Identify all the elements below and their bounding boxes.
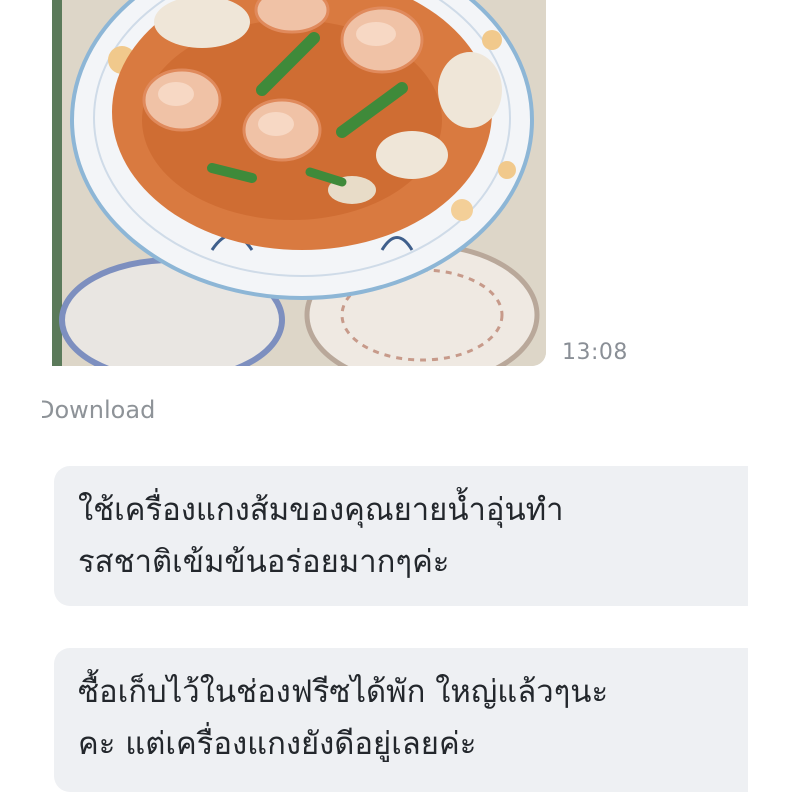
food-photo: [52, 0, 546, 366]
message-bubble[interactable]: ซื้อเก็บไว้ในช่องฟรีซได้พัก ใหญ่แล้วๆนะ …: [54, 648, 748, 792]
message-bubble[interactable]: ใช้เครื่องแกงส้มของคุณยายน้ำอุ่นทำ รสชาต…: [54, 466, 748, 606]
download-link[interactable]: Download: [42, 396, 182, 424]
message-timestamp: 13:08: [562, 340, 628, 365]
message-line: คะ แต่เครื่องแกงยังดีอยู่เลยค่ะ: [78, 726, 477, 762]
message-line: ซื้อเก็บไว้ในช่องฟรีซได้พัก ใหญ่แล้วๆนะ: [78, 674, 609, 710]
photo-message[interactable]: [52, 0, 546, 366]
download-label: Download: [42, 396, 156, 424]
message-line: ใช้เครื่องแกงส้มของคุณยายน้ำอุ่นทำ: [78, 492, 564, 528]
message-line: รสชาติเข้มข้นอร่อยมากๆค่ะ: [78, 544, 450, 580]
